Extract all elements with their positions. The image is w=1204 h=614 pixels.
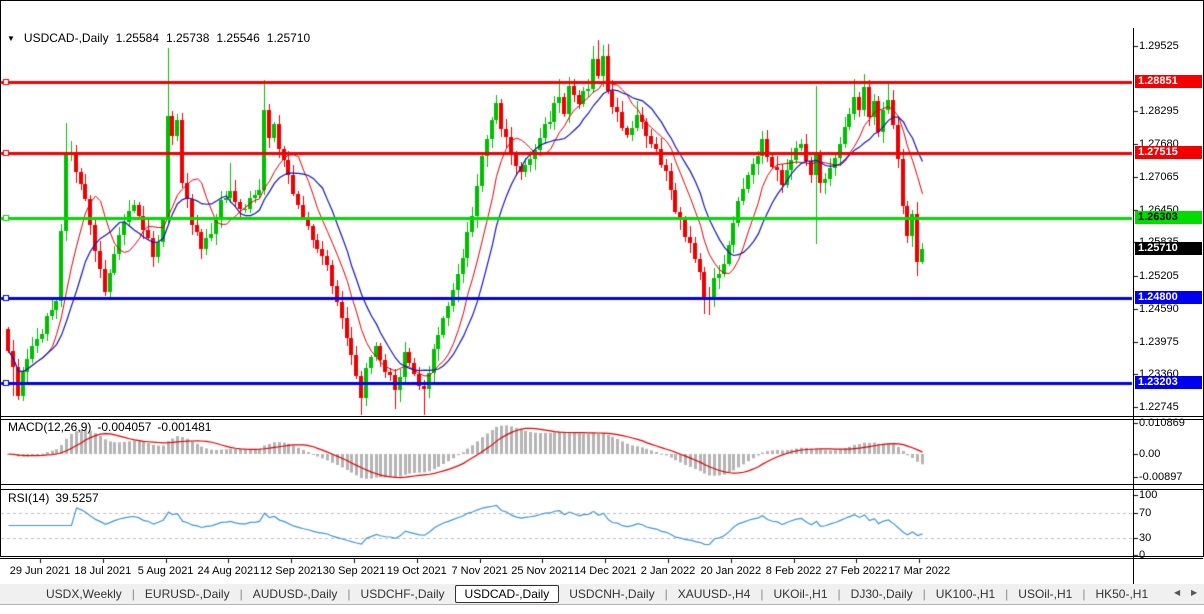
macd-main-value: -0.004057	[97, 420, 152, 434]
tab-scroll-left-icon[interactable]: ◀	[1174, 588, 1180, 597]
macd-axis-label: -0.00897	[1139, 471, 1183, 483]
panel-separator[interactable]	[0, 489, 1203, 490]
time-axis-label: 19 Oct 2021	[386, 565, 447, 577]
trading-platform-window: 5 M30 H1 H4 D1 W1 MN ▼ USDCAD-,Daily 1.2…	[0, 0, 1204, 614]
tab-ukoil-h1[interactable]: UKOil-,H1	[764, 585, 838, 603]
time-axis-label: 8 Feb 2022	[765, 565, 822, 577]
rsi-axis-label: 100	[1139, 489, 1158, 501]
ohlc-high-value: 1.25738	[166, 31, 210, 45]
macd-indicator-label: MACD(12,26,9) -0.004057 -0.001481	[8, 420, 211, 434]
price-level-badge: 1.26303	[1135, 211, 1202, 224]
price-level-badge: 1.24800	[1135, 291, 1202, 304]
tab-audusd-daily[interactable]: AUDUSD-,Daily	[243, 585, 348, 603]
time-axis-label: 17 Mar 2022	[888, 565, 951, 577]
rsi-name: RSI(14)	[8, 491, 50, 505]
time-axis-label: 29 Jun 2021	[9, 565, 71, 577]
price-axis-tick-label: 1.29525	[1139, 40, 1179, 52]
tab-scroll-right-icon[interactable]: ▶	[1191, 588, 1197, 597]
tab-eurusd-daily[interactable]: EURUSD-,Daily	[135, 585, 240, 603]
rsi-indicator-label: RSI(14) 39.5257	[8, 491, 99, 505]
panel-separator[interactable]	[0, 416, 1203, 417]
tab-usdx-weekly[interactable]: USDX,Weekly	[36, 585, 132, 603]
price-level-badge: 1.27515	[1135, 146, 1202, 159]
time-axis-label: 7 Nov 2021	[451, 565, 508, 577]
chart-title: ▼ USDCAD-,Daily 1.25584 1.25738 1.25546 …	[7, 31, 310, 45]
macd-signal-value: -0.001481	[157, 420, 212, 434]
panel-separator[interactable]	[0, 484, 1203, 485]
rsi-axis-label: 70	[1139, 507, 1152, 519]
price-axis-tick-label: 1.27065	[1139, 171, 1179, 183]
ohlc-close-value: 1.25710	[266, 31, 311, 45]
macd-axis-label: 0.010869	[1139, 417, 1185, 429]
time-axis-label: 24 Aug 2021	[197, 565, 260, 577]
rsi-axis-label: 0	[1139, 549, 1146, 561]
ohlc-open-value: 1.25584	[115, 31, 159, 45]
price-axis-tick-label: 1.23975	[1139, 336, 1179, 348]
time-axis-label: 20 Jan 2022	[700, 565, 762, 577]
rsi-axis-label: 30	[1139, 532, 1152, 544]
chart-symbol-label: USDCAD-,Daily	[23, 31, 109, 45]
time-axis-label: 27 Feb 2022	[825, 565, 888, 577]
price-chart-canvas[interactable]	[0, 0, 1204, 614]
price-level-badge: 1.28851	[1135, 75, 1202, 88]
chevron-down-icon[interactable]: ▼	[7, 34, 15, 43]
tab-xauusd-h4[interactable]: XAUUSD-,H4	[668, 585, 761, 603]
tab-dj30-daily[interactable]: DJ30-,Daily	[841, 585, 923, 603]
time-axis-label: 12 Sep 2021	[259, 565, 323, 577]
price-level-badge: 1.25710	[1135, 242, 1202, 255]
tab-hk50-h1[interactable]: HK50-,H1	[1085, 585, 1158, 603]
price-axis-tick-label: 1.25205	[1139, 270, 1179, 282]
time-axis-label: 30 Sep 2021	[322, 565, 386, 577]
tab-usdcad-daily[interactable]: USDCAD-,Daily	[454, 585, 560, 603]
rsi-value: 39.5257	[55, 491, 99, 505]
time-axis-label: 25 Nov 2021	[511, 565, 574, 577]
tab-uk100-h1[interactable]: UK100-,H1	[926, 585, 1005, 603]
price-axis-tick-label: 1.22745	[1139, 401, 1179, 413]
price-axis-tick-label: 1.28295	[1139, 105, 1179, 117]
time-axis-label: 18 Jul 2021	[74, 565, 132, 577]
time-axis-label: 14 Dec 2021	[573, 565, 637, 577]
macd-name: MACD(12,26,9)	[8, 420, 92, 434]
price-axis-border	[1133, 28, 1134, 584]
price-axis-tick-label: 1.24590	[1139, 303, 1179, 315]
symbol-tab-bar: USDX,Weekly | EURUSD-,Daily | AUDUSD-,Daily |…	[0, 584, 1204, 605]
time-axis-label: 2 Jan 2022	[640, 565, 696, 577]
time-axis-border	[0, 558, 1203, 559]
tab-usoil-h1[interactable]: USOil-,H1	[1008, 585, 1082, 603]
tab-usdchf-daily[interactable]: USDCHF-,Daily	[351, 585, 455, 603]
macd-axis-label: 0.00	[1139, 448, 1161, 460]
time-axis-label: 5 Aug 2021	[137, 565, 194, 577]
tab-usdcnh-daily[interactable]: USDCNH-,Daily	[559, 585, 664, 603]
price-level-badge: 1.23203	[1135, 376, 1202, 389]
ohlc-low-value: 1.25546	[216, 31, 260, 45]
